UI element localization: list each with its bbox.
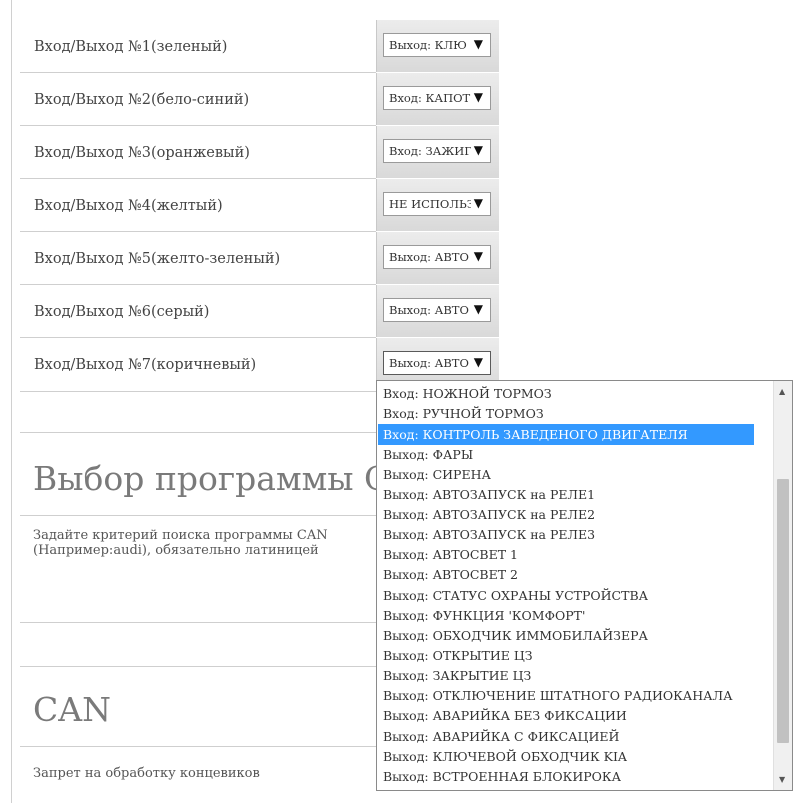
io-7-dropdown-list[interactable]: Вход: НОЖНОЙ ТОРМОЗ Вход: РУЧНОЙ ТОРМОЗ … xyxy=(376,380,793,791)
io-select-5-value: Выход: АВТО xyxy=(389,250,469,264)
section-divider xyxy=(20,746,376,747)
io-cell-1: Выход: КЛЮ ▼ xyxy=(376,20,499,72)
io-row-5: Вход/Выход №5(желто-зеленый) Выход: АВТО… xyxy=(20,232,499,285)
program-search-description: Задайте критерий поиска программы CAN (Н… xyxy=(33,528,328,558)
dropdown-option[interactable]: Выход: СИРЕНА xyxy=(378,464,773,485)
dropdown-option[interactable]: Выход: ФУНКЦИЯ 'КОМФОРТ' xyxy=(378,605,773,626)
triangle-down-icon: ▼ xyxy=(473,196,483,210)
dropdown-option-selected[interactable]: Вход: КОНТРОЛЬ ЗАВЕДЕНОГО ДВИГАТЕЛЯ xyxy=(378,424,754,445)
io-cell-4: НЕ ИСПОЛЬЗ ▼ xyxy=(376,179,499,231)
dropdown-option[interactable]: Выход: АВАРИЙКА БЕЗ ФИКСАЦИИ xyxy=(378,705,773,726)
triangle-down-icon: ▼ xyxy=(473,90,483,104)
io-select-7[interactable]: Выход: АВТО ▼ xyxy=(383,351,491,375)
scroll-up-arrow-icon[interactable]: ▲ xyxy=(779,387,785,396)
page-left-border xyxy=(11,0,12,803)
io-label-6: Вход/Выход №6(серый) xyxy=(34,304,210,320)
section-divider xyxy=(20,515,376,516)
io-cell-6: Выход: АВТО ▼ xyxy=(376,285,499,337)
section-divider xyxy=(20,622,376,623)
io-cell-5: Выход: АВТО ▼ xyxy=(376,232,499,284)
dropdown-option[interactable]: Выход: ОТКЛЮЧЕНИЕ ШТАТНОГО РАДИОКАНАЛА xyxy=(378,685,773,706)
io-cell-3: Вход: ЗАЖИГ ▼ xyxy=(376,126,499,178)
io-row-2: Вход/Выход №2(бело-синий) Вход: КАПОТ ▼ xyxy=(20,73,499,126)
dropdown-option[interactable]: Вход: НОЖНОЙ ТОРМОЗ xyxy=(378,383,773,404)
row-divider xyxy=(20,391,376,392)
dropdown-option[interactable]: Выход: АВАРИЙКА С ФИКСАЦИЕЙ xyxy=(378,726,773,747)
dropdown-option[interactable]: Выход: АВТОСВЕТ 1 xyxy=(378,544,773,565)
io-select-6[interactable]: Выход: АВТО ▼ xyxy=(383,298,491,322)
triangle-down-icon: ▼ xyxy=(473,249,483,263)
io-row-4: Вход/Выход №4(желтый) НЕ ИСПОЛЬЗ ▼ xyxy=(20,179,499,232)
io-select-4-value: НЕ ИСПОЛЬЗ xyxy=(389,197,471,211)
dropdown-option[interactable]: Выход: ФАРЫ xyxy=(378,444,773,465)
dropdown-option[interactable]: Выход: СТАТУС ОХРАНЫ УСТРОЙСТВА xyxy=(378,585,773,606)
io-cell-2: Вход: КАПОТ ▼ xyxy=(376,73,499,125)
io-select-2[interactable]: Вход: КАПОТ ▼ xyxy=(383,86,491,110)
io-select-3[interactable]: Вход: ЗАЖИГ ▼ xyxy=(383,139,491,163)
can-section-title: CAN xyxy=(33,690,111,729)
dropdown-option[interactable]: Выход: ОБХОДЧИК ИММОБИЛАЙЗЕРА xyxy=(378,625,773,646)
dropdown-option[interactable]: Выход: АВТОЗАПУСК на РЕЛЕ2 xyxy=(378,504,773,525)
dropdown-option[interactable]: Выход: ВСТРОЕННАЯ БЛОКИРОКА xyxy=(378,766,773,787)
io-select-5[interactable]: Выход: АВТО ▼ xyxy=(383,245,491,269)
triangle-down-icon: ▼ xyxy=(473,37,483,51)
scrollbar-thumb[interactable] xyxy=(777,479,789,743)
io-label-5: Вход/Выход №5(желто-зеленый) xyxy=(34,251,281,267)
io-row-6: Вход/Выход №6(серый) Выход: АВТО ▼ xyxy=(20,285,499,338)
io-select-7-value: Выход: АВТО xyxy=(389,356,469,370)
dropdown-option[interactable]: Выход: ЗАКРЫТИЕ ЦЗ xyxy=(378,665,773,686)
io-row-3: Вход/Выход №3(оранжевый) Вход: ЗАЖИГ ▼ xyxy=(20,126,499,179)
io-label-3: Вход/Выход №3(оранжевый) xyxy=(34,145,250,161)
dropdown-option[interactable]: Вход: РУЧНОЙ ТОРМОЗ xyxy=(378,403,773,424)
dropdown-option[interactable]: Выход: АВТОСВЕТ 2 xyxy=(378,564,773,585)
section-divider xyxy=(20,432,376,433)
triangle-down-icon: ▼ xyxy=(473,355,483,369)
dropdown-option[interactable]: Выход: АВТОЗАПУСК на РЕЛЕ3 xyxy=(378,524,773,545)
scroll-down-arrow-icon[interactable]: ▼ xyxy=(779,775,785,784)
io-label-4: Вход/Выход №4(желтый) xyxy=(34,198,223,214)
io-row-1: Вход/Выход №1(зеленый) Выход: КЛЮ ▼ xyxy=(20,20,499,73)
dropdown-option[interactable]: Выход: КЛЮЧЕВОЙ ОБХОДЧИК KIA xyxy=(378,746,773,767)
io-select-6-value: Выход: АВТО xyxy=(389,303,469,317)
io-label-1: Вход/Выход №1(зеленый) xyxy=(34,39,228,55)
program-section-title: Выбор программы C xyxy=(33,459,390,498)
io-select-1[interactable]: Выход: КЛЮ ▼ xyxy=(383,33,491,57)
dropdown-option[interactable]: Выход: АВТОЗАПУСК на РЕЛЕ1 xyxy=(378,484,773,505)
section-divider xyxy=(20,666,376,667)
triangle-down-icon: ▼ xyxy=(473,302,483,316)
dropdown-scrollbar[interactable]: ▲ ▼ xyxy=(773,381,792,790)
io-select-1-value: Выход: КЛЮ xyxy=(389,38,467,52)
io-select-3-value: Вход: ЗАЖИГ xyxy=(389,144,471,158)
can-endswitch-description: Запрет на обработку концевиков xyxy=(33,766,260,781)
io-label-7: Вход/Выход №7(коричневый) xyxy=(34,357,257,373)
dropdown-option[interactable]: Выход: ОТКРЫТИЕ ЦЗ xyxy=(378,645,773,666)
io-select-2-value: Вход: КАПОТ xyxy=(389,91,471,105)
io-select-4[interactable]: НЕ ИСПОЛЬЗ ▼ xyxy=(383,192,491,216)
io-label-2: Вход/Выход №2(бело-синий) xyxy=(34,92,250,108)
triangle-down-icon: ▼ xyxy=(473,143,483,157)
